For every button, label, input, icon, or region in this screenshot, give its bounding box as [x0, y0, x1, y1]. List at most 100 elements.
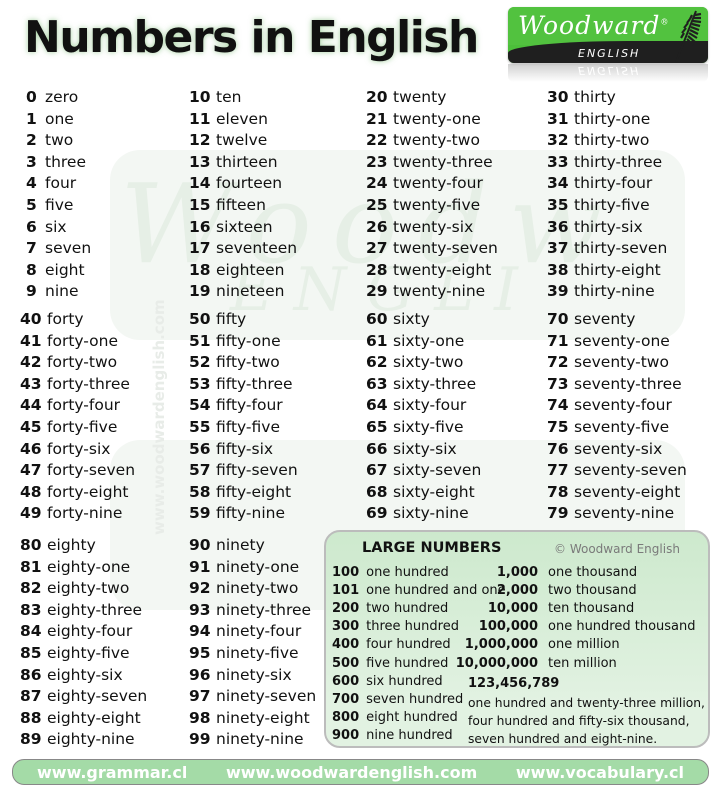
number-row: 12 twelve — [189, 130, 369, 152]
number-row: 63 sixty-three — [366, 374, 546, 396]
number-word: eighty-three — [47, 600, 143, 619]
number-row: 75 seventy-five — [547, 417, 720, 439]
hundreds-number: 200 — [332, 601, 360, 617]
number-word: eight — [45, 260, 85, 279]
number-word: seventy-four — [574, 396, 672, 415]
number-row: 82 eighty-two — [20, 578, 200, 600]
number-digit: 19 — [189, 282, 211, 301]
number-digit: 68 — [366, 482, 388, 501]
number-row: 70 seventy — [547, 309, 720, 331]
number-word: sixty-three — [393, 374, 477, 393]
number-row: 8 eight — [26, 260, 206, 282]
number-word: forty-six — [47, 439, 111, 458]
number-digit: 92 — [189, 579, 211, 598]
number-word: thirty-eight — [574, 260, 661, 279]
number-word: fifty-six — [216, 439, 274, 458]
number-word: seventy-two — [574, 353, 669, 372]
number-digit: 32 — [547, 131, 569, 150]
number-row: 83 eighty-three — [20, 600, 200, 622]
number-digit: 90 — [189, 536, 211, 554]
number-digit: 36 — [547, 217, 569, 236]
number-digit: 79 — [547, 504, 569, 523]
number-row: 13 thirteen — [189, 152, 369, 174]
number-row: 51 fifty-one — [189, 331, 369, 353]
number-word: fifty-nine — [216, 504, 286, 523]
number-digit: 30 — [547, 88, 569, 106]
number-word: thirty-three — [574, 152, 663, 171]
number-row: 41 forty-one — [20, 331, 200, 353]
number-row: 55 fifty-five — [189, 417, 369, 439]
number-row: 78 seventy-eight — [547, 482, 720, 504]
number-word: fifty-seven — [216, 461, 298, 480]
number-word: ninety-five — [216, 643, 299, 662]
number-column: 40 forty 41 forty-one 42 forty-two 43 forty-thr… — [20, 309, 200, 525]
number-digit: 66 — [366, 439, 388, 458]
number-digit: 34 — [547, 174, 569, 193]
number-digit: 27 — [366, 239, 388, 258]
thousands-word: two thousand — [548, 583, 637, 599]
number-word: twenty-seven — [393, 239, 498, 258]
number-word: two — [45, 131, 74, 150]
number-row: 45 forty-five — [20, 417, 200, 439]
link-vocabulary[interactable]: www.vocabulary.cl — [516, 763, 684, 782]
number-word: forty-two — [47, 353, 118, 372]
number-digit: 95 — [189, 643, 211, 662]
link-grammar[interactable]: www.grammar.cl — [37, 763, 187, 782]
number-word: seventy-eight — [574, 482, 681, 501]
number-digit: 24 — [366, 174, 388, 193]
number-row: 73 seventy-three — [547, 374, 720, 396]
number-digit: 99 — [189, 730, 211, 749]
hundreds-number: 101 — [332, 583, 360, 599]
number-digit: 70 — [547, 310, 569, 328]
number-row: 81 eighty-one — [20, 557, 200, 579]
number-digit: 13 — [189, 152, 211, 171]
number-word: twenty-two — [393, 131, 480, 150]
number-word: eighty-five — [47, 643, 130, 662]
hundreds-number: 400 — [332, 637, 360, 653]
number-row: 66 sixty-six — [366, 439, 546, 461]
number-digit: 62 — [366, 353, 388, 372]
number-digit: 9 — [26, 282, 37, 301]
number-digit: 81 — [20, 557, 42, 576]
number-digit: 98 — [189, 708, 211, 727]
number-word: sixty-eight — [393, 482, 475, 501]
number-row: 28 twenty-eight — [366, 260, 546, 282]
number-row: 85 eighty-five — [20, 643, 200, 665]
hundreds-row: 900 nine hundred — [332, 727, 453, 745]
number-digit: 4 — [26, 174, 37, 193]
number-word: twenty — [393, 88, 447, 106]
number-digit: 2 — [26, 131, 37, 150]
number-digit: 87 — [20, 687, 42, 706]
number-word: seventy — [574, 310, 636, 328]
number-word: sixteen — [216, 217, 273, 236]
number-row: 36 thirty-six — [547, 217, 720, 239]
number-digit: 67 — [366, 461, 388, 480]
number-row: 87 eighty-seven — [20, 686, 200, 708]
number-digit: 97 — [189, 687, 211, 706]
number-digit: 77 — [547, 461, 569, 480]
link-woodwardenglish[interactable]: www.woodwardenglish.com — [226, 763, 477, 782]
thousands-word: ten million — [548, 655, 617, 671]
number-digit: 33 — [547, 152, 569, 171]
number-digit: 83 — [20, 600, 42, 619]
thousands-number: 10,000,000 — [455, 655, 538, 671]
number-word: eighty-six — [47, 665, 123, 684]
example-number: 123,456,789 — [468, 676, 560, 691]
thousands-row: 100,000 one hundred thousand — [420, 618, 696, 636]
number-word: eighty — [47, 536, 96, 554]
number-row: 3 three — [26, 152, 206, 174]
number-digit: 17 — [189, 239, 211, 258]
number-word: forty-four — [47, 396, 121, 415]
number-word: eighty-one — [47, 557, 131, 576]
large-numbers-title: LARGE NUMBERS — [362, 540, 502, 556]
number-digit: 29 — [366, 282, 388, 301]
number-digit: 5 — [26, 195, 37, 214]
number-word: seventy-seven — [574, 461, 687, 480]
number-word: twenty-nine — [393, 282, 486, 301]
number-row: 16 sixteen — [189, 217, 369, 239]
number-digit: 26 — [366, 217, 388, 236]
number-word: forty-nine — [47, 504, 123, 523]
number-digit: 7 — [26, 239, 37, 258]
hundreds-number: 700 — [332, 691, 360, 707]
number-row: 84 eighty-four — [20, 621, 200, 643]
